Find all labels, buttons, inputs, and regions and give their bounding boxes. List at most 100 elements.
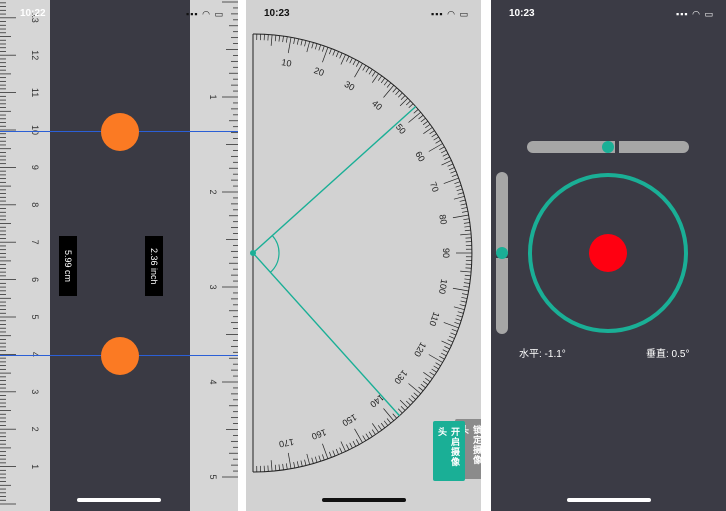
protractor-tick — [405, 100, 411, 106]
protractor-tick — [318, 44, 322, 51]
protractor-tick — [304, 459, 307, 466]
protractor-tick — [335, 51, 339, 58]
protractor-ray[interactable] — [252, 252, 401, 417]
protractor-tick — [368, 69, 373, 75]
protractor-tick — [428, 354, 443, 363]
protractor-ray[interactable] — [252, 105, 417, 254]
degree-label: 130 — [392, 368, 409, 386]
battery-icon: ▭ — [214, 9, 224, 19]
open-camera-button[interactable]: 开启摄像头 — [433, 421, 465, 481]
status-time: 10:23 — [264, 8, 290, 19]
status-time: 10:22 — [20, 8, 46, 19]
protractor-tick — [346, 56, 350, 62]
protractor-tick — [278, 35, 281, 42]
protractor-tick — [457, 311, 464, 314]
signal-icon: ▪▪▪ — [186, 9, 199, 19]
protractor-tick — [278, 464, 281, 471]
protractor-tick — [435, 139, 441, 144]
protractor-tick — [270, 34, 273, 46]
protractor-tick — [444, 156, 450, 160]
protractor-tick — [296, 461, 299, 468]
protractor-tick — [392, 87, 397, 93]
protractor-tick — [274, 464, 277, 471]
cm-tick-label: 5 — [30, 314, 40, 319]
home-indicator[interactable] — [321, 498, 406, 502]
protractor-tick — [285, 36, 288, 43]
degree-label: 150 — [340, 412, 358, 428]
protractor-tick — [287, 452, 292, 469]
protractor-tick — [464, 229, 471, 232]
protractor-tick — [380, 422, 386, 429]
protractor-tick — [420, 117, 426, 123]
protractor-tick — [422, 380, 429, 386]
protractor-tick — [460, 203, 467, 206]
protractor-tick — [452, 214, 469, 219]
cm-tick-label: 12 — [30, 50, 40, 60]
top-drag-handle[interactable] — [101, 113, 139, 151]
protractor-tick — [456, 314, 463, 318]
protractor-tick — [442, 153, 449, 157]
protractor-tick — [362, 435, 367, 441]
protractor-tick — [429, 371, 435, 376]
protractor-tick — [335, 448, 339, 455]
signal-icon: ▪▪▪ — [676, 9, 689, 19]
home-indicator[interactable] — [77, 498, 161, 502]
protractor-tick — [442, 349, 449, 353]
inch-readout: 2.36 inch — [145, 236, 163, 296]
protractor-tick — [454, 322, 461, 325]
protractor-tick — [340, 441, 346, 452]
protractor-tick — [418, 114, 424, 120]
protractor-tick — [398, 92, 403, 98]
protractor-tick — [383, 85, 395, 98]
protractor-rays[interactable] — [250, 105, 417, 417]
protractor-tick — [332, 49, 336, 56]
protractor-tick — [329, 451, 332, 458]
protractor-tick — [420, 383, 426, 389]
degree-label: 140 — [368, 392, 386, 409]
cm-tick-label: 3 — [30, 389, 40, 394]
protractor-tick — [380, 77, 386, 84]
protractor-tick — [304, 40, 307, 47]
status-icons: ▪▪▪ ◠ ▭ — [186, 9, 224, 20]
protractor-tick — [339, 52, 343, 59]
protractor-tick — [405, 400, 411, 406]
protractor-tick — [314, 43, 318, 50]
left-ruler-cm: 12345678910111213 — [0, 0, 50, 511]
protractor-tick — [371, 429, 376, 435]
protractor-ticks — [252, 33, 473, 473]
protractor-tick — [408, 383, 421, 395]
protractor-tick — [451, 329, 458, 332]
cm-tick-label: 6 — [30, 277, 40, 282]
protractor-tick — [464, 278, 471, 281]
protractor-tick — [431, 133, 437, 138]
degree-label: 120 — [412, 340, 428, 358]
protractor-tick — [355, 439, 360, 445]
protractor-tick — [433, 136, 439, 141]
protractor-tick — [395, 90, 400, 95]
degree-label: 110 — [427, 311, 441, 328]
protractor-tick — [386, 418, 392, 424]
protractor-tick — [459, 304, 466, 307]
protractor-tick — [329, 48, 332, 55]
bottom-drag-handle[interactable] — [101, 337, 139, 375]
protractor-pivot — [250, 250, 256, 256]
horizontal-center-mark — [615, 141, 619, 153]
cm-tick-label: 1 — [30, 464, 40, 469]
protractor-tick — [463, 285, 470, 288]
protractor-tick — [368, 431, 373, 437]
cm-scale: 12345678910111213 — [0, 2, 40, 505]
protractor-tick — [462, 210, 469, 213]
protractor-tick — [282, 463, 284, 470]
right-ruler-inch: 1 2 3 4 5 — [190, 0, 238, 511]
protractor-tick — [448, 335, 455, 339]
protractor-tick — [354, 428, 363, 443]
protractor-tick — [460, 300, 467, 303]
home-indicator[interactable] — [566, 498, 651, 502]
protractor-tick — [408, 398, 414, 403]
protractor-degree-labels: 1020304050607080901001101201301401501601… — [278, 57, 451, 449]
protractor-tick — [362, 65, 367, 71]
protractor-tick — [448, 167, 455, 171]
protractor-tick — [354, 63, 363, 78]
protractor-tick — [454, 181, 461, 184]
degree-label: 70 — [428, 181, 441, 194]
